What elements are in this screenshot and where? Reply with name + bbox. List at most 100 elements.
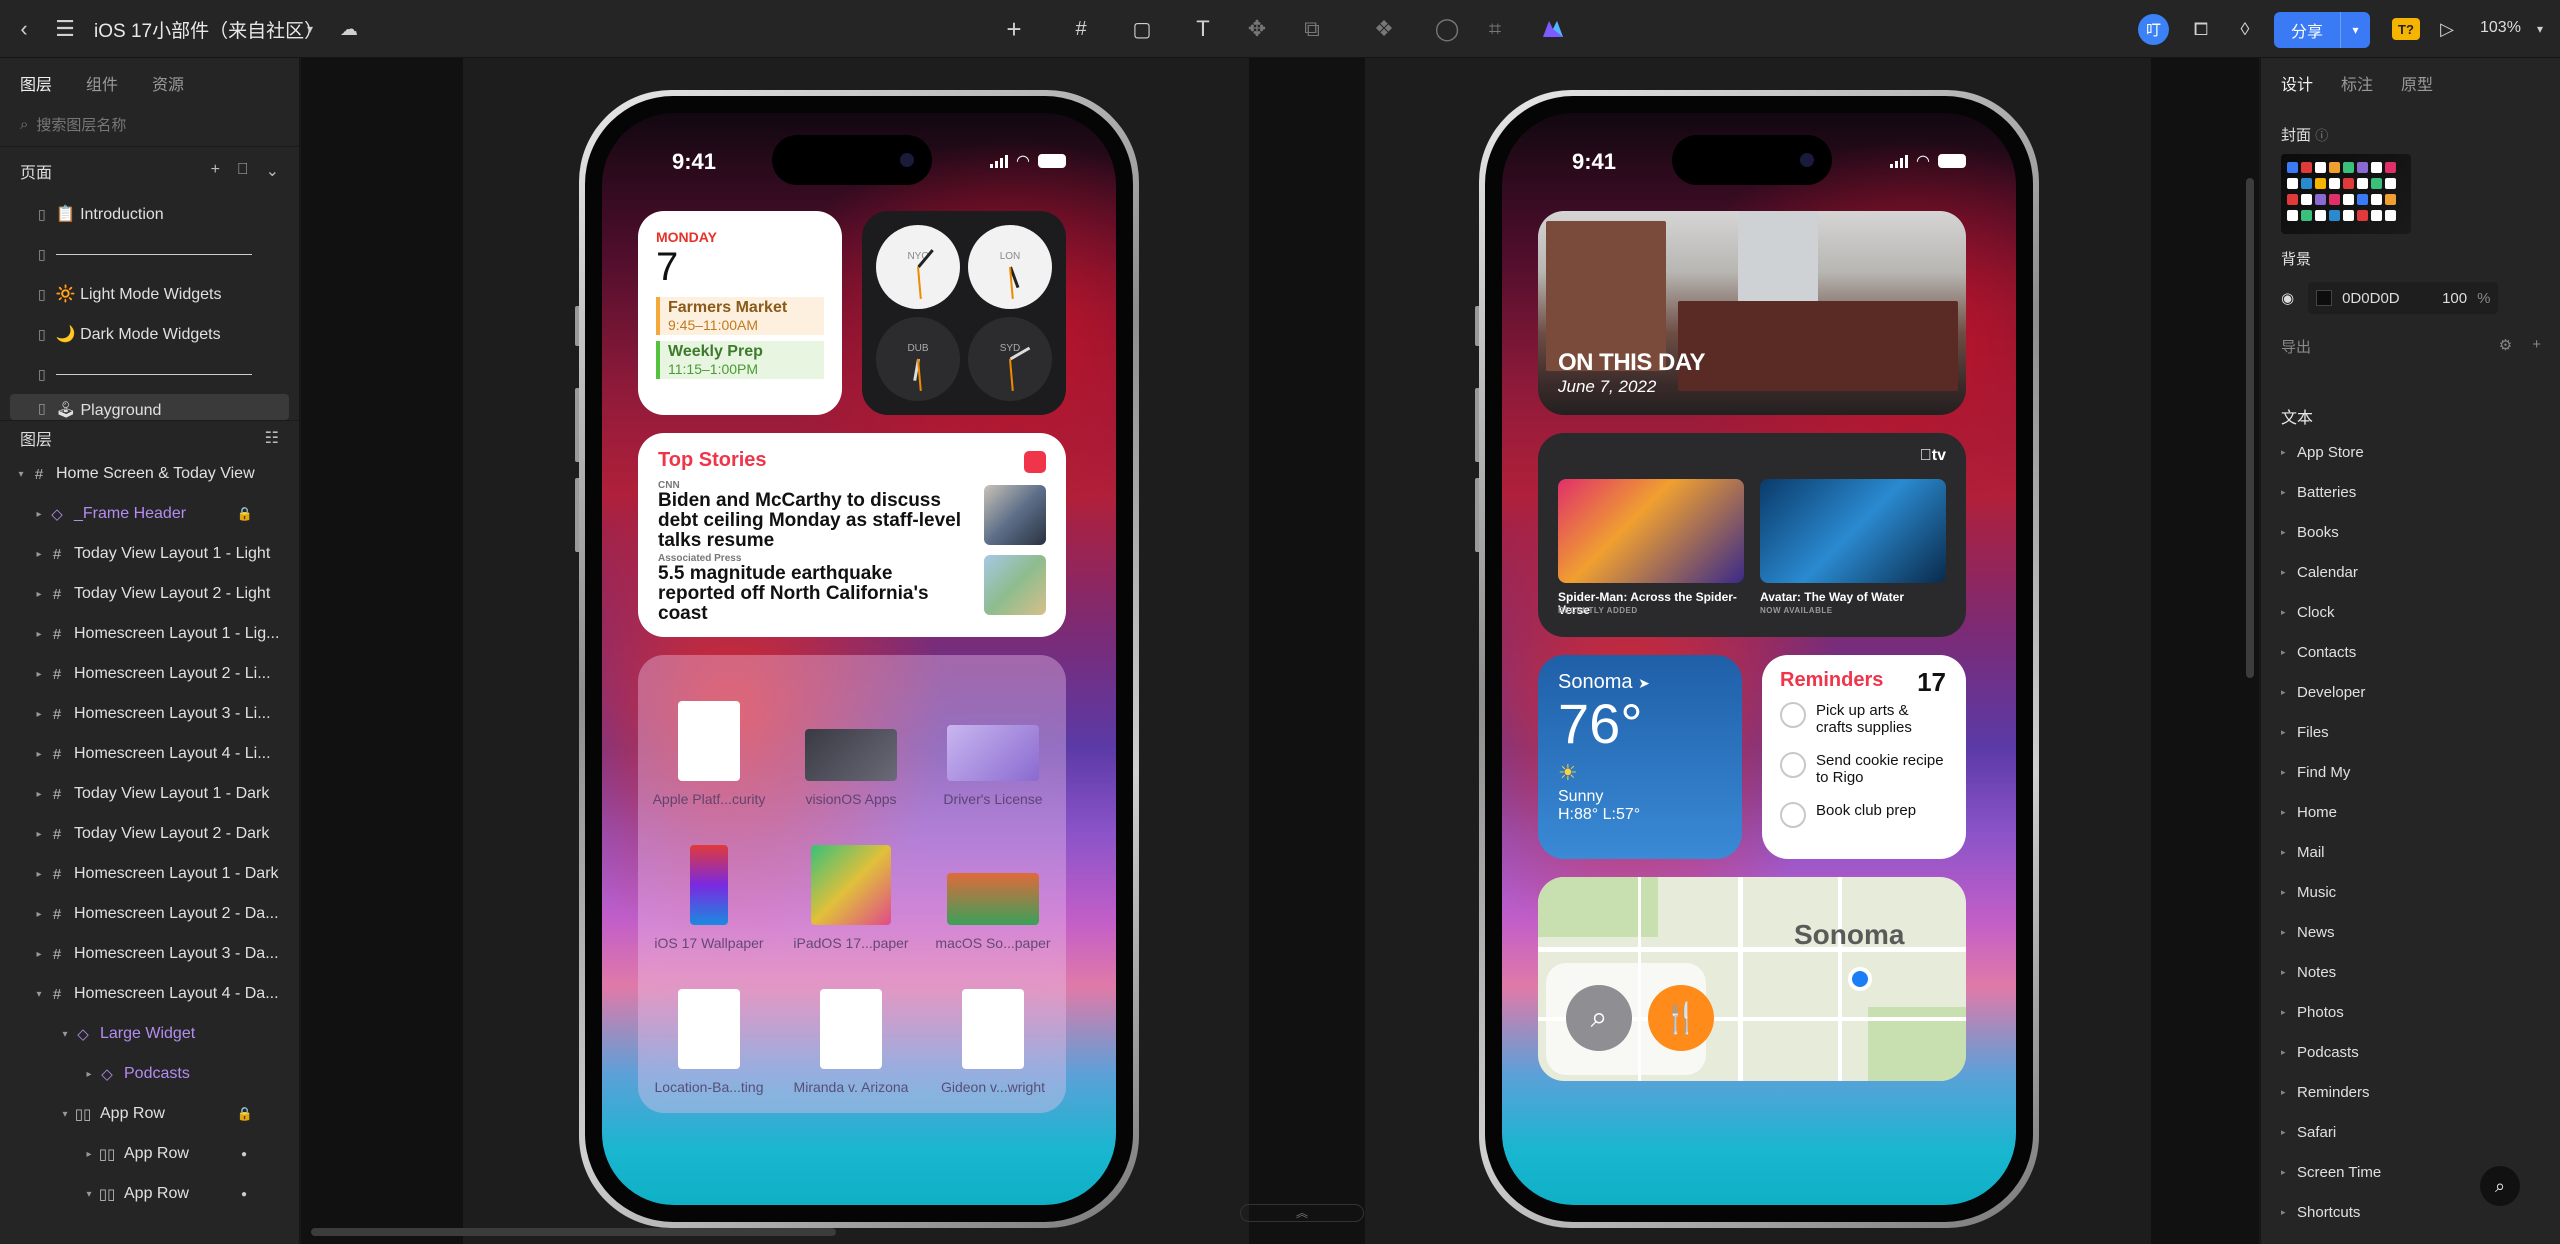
calendar-widget[interactable]: MONDAY 7 Farmers Market 9:45–11:00AM Wee… — [638, 211, 842, 415]
caret-right-icon[interactable]: ▸ — [32, 789, 46, 800]
text-style-item[interactable]: ▸ Books — [2281, 512, 2381, 552]
caret-right-icon[interactable]: ▸ — [2281, 1007, 2289, 1018]
fork-knife-icon[interactable]: 🍴 — [1648, 985, 1714, 1051]
caret-right-icon[interactable]: ▸ — [2281, 847, 2289, 858]
puzzle-icon[interactable]: ⧠ — [2186, 14, 2216, 44]
layer-item[interactable]: ▾ ▯▯ App Row ● — [0, 1174, 299, 1214]
tab-design[interactable]: 设计 — [2281, 71, 2313, 95]
caret-right-icon[interactable]: ▸ — [2281, 647, 2289, 658]
text-style-item[interactable]: ▸ Podcasts — [2281, 1032, 2381, 1072]
caret-right-icon[interactable]: ▸ — [32, 829, 46, 840]
caret-down-icon[interactable]: ▾ — [58, 1109, 72, 1120]
mask-icon[interactable]: ◯ — [1432, 14, 1462, 44]
caret-right-icon[interactable]: ▸ — [2281, 487, 2289, 498]
caret-down-icon[interactable]: ▾ — [82, 1189, 96, 1200]
caret-right-icon[interactable]: ▸ — [2281, 567, 2289, 578]
file-item[interactable]: iOS 17 Wallpaper — [638, 845, 780, 951]
checkbox-circle-icon[interactable] — [1780, 702, 1806, 728]
caret-right-icon[interactable]: ▸ — [32, 909, 46, 920]
layer-item[interactable]: ▸ # Homescreen Layout 4 - Li... — [0, 734, 299, 774]
caret-right-icon[interactable]: ▸ — [32, 709, 46, 720]
caret-right-icon[interactable]: ▸ — [82, 1069, 96, 1080]
text-style-item[interactable]: ▸ Screen Time — [2281, 1152, 2381, 1192]
vertical-scrollbar[interactable] — [2246, 178, 2254, 678]
page-item-playground[interactable]: ▯ 🕹 Playground — [10, 394, 289, 420]
text-style-item[interactable]: ▸ App Store — [2281, 432, 2381, 472]
layer-item[interactable]: ▸ # Today View Layout 2 - Light — [0, 574, 299, 614]
caret-right-icon[interactable]: ▸ — [2281, 607, 2289, 618]
cloud-icon[interactable]: ☁ — [336, 16, 362, 42]
tutorial-badge[interactable]: T? — [2392, 18, 2420, 40]
text-tool-icon[interactable]: T — [1188, 14, 1218, 44]
reminder-item[interactable]: Pick up arts & crafts supplies — [1780, 702, 1948, 742]
caret-right-icon[interactable]: ▸ — [82, 1149, 96, 1160]
tab-components[interactable]: 组件 — [86, 71, 118, 95]
weather-widget[interactable]: Sonoma ➤ 76° ☀ Sunny H:88° L:57° — [1538, 655, 1742, 859]
page-item-divider[interactable]: ▯ — [0, 234, 299, 274]
caret-right-icon[interactable]: ▸ — [2281, 1167, 2289, 1178]
plugin-logo-icon[interactable] — [1538, 14, 1568, 44]
layer-item[interactable]: ▾ # Homescreen Layout 4 - Da... — [0, 974, 299, 1014]
eye-icon[interactable]: ◉ — [2281, 289, 2294, 307]
move-icon[interactable]: ✥ — [1242, 14, 1272, 44]
page-item-introduction[interactable]: ▯ 📋 Introduction — [0, 194, 299, 234]
add-page-icon[interactable]: + — [211, 161, 220, 181]
caret-right-icon[interactable]: ▸ — [2281, 1087, 2289, 1098]
background-color-input[interactable]: 0D0D0D 100 % — [2308, 282, 2499, 314]
caret-right-icon[interactable]: ▸ — [32, 549, 46, 560]
text-style-item[interactable]: ▸ Clock — [2281, 592, 2381, 632]
reminder-item[interactable]: Book club prep — [1780, 802, 1948, 828]
caret-right-icon[interactable]: ▸ — [32, 509, 46, 520]
files-widget[interactable]: Apple Platf...curity visionOS Apps Drive… — [638, 655, 1066, 1113]
file-item[interactable]: Apple Platf...curity — [638, 701, 780, 807]
layer-item[interactable]: ▸ # Homescreen Layout 1 - Lig... — [0, 614, 299, 654]
checkbox-circle-icon[interactable] — [1780, 802, 1806, 828]
layer-item[interactable]: ▾ # Home Screen & Today View — [0, 454, 299, 494]
collapse-pages-icon[interactable]: ⌄ — [266, 161, 279, 181]
page-item-light-mode[interactable]: ▯ 🔆 Light Mode Widgets — [0, 274, 299, 314]
text-style-item[interactable]: ▸ Photos — [2281, 992, 2381, 1032]
checkbox-circle-icon[interactable] — [1780, 752, 1806, 778]
caret-right-icon[interactable]: ▸ — [32, 749, 46, 760]
news-headline[interactable]: 5.5 magnitude earthquake reported off No… — [658, 564, 973, 624]
layer-item[interactable]: ▸ # Today View Layout 1 - Light — [0, 534, 299, 574]
layer-item[interactable]: ▸ # Today View Layout 1 - Dark — [0, 774, 299, 814]
caret-down-icon[interactable]: ▾ — [58, 1029, 72, 1040]
news-widget[interactable]: Top Stories CNN Biden and McCarthy to di… — [638, 433, 1066, 637]
play-icon[interactable]: ▷ — [2432, 14, 2462, 44]
tab-layers[interactable]: 图层 — [20, 71, 52, 95]
caret-right-icon[interactable]: ▸ — [2281, 687, 2289, 698]
boolean-icon[interactable]: ⧉ — [1290, 14, 1334, 44]
back-icon[interactable]: ‹ — [14, 14, 34, 44]
folder-icon[interactable]: ⎕ — [238, 161, 248, 181]
layer-item[interactable]: ▸ # Homescreen Layout 2 - Li... — [0, 654, 299, 694]
reminder-item[interactable]: Send cookie recipe to Rigo — [1780, 752, 1948, 792]
text-style-item[interactable]: ▸ Mail — [2281, 832, 2381, 872]
tab-prototype[interactable]: 原型 — [2401, 71, 2433, 95]
file-item[interactable]: iPadOS 17...paper — [780, 845, 922, 951]
caret-right-icon[interactable]: ▸ — [2281, 887, 2289, 898]
text-style-item[interactable]: ▸ Notes — [2281, 952, 2381, 992]
caret-right-icon[interactable]: ▸ — [2281, 967, 2289, 978]
crop-icon[interactable]: ⌗ — [1480, 14, 1510, 44]
caret-right-icon[interactable]: ▸ — [2281, 1047, 2289, 1058]
component-icon[interactable]: ❖ — [1362, 14, 1406, 44]
layer-item[interactable]: ▾ ▯▯ App Row 🔒 — [0, 1094, 299, 1134]
collapse-chevron-icon[interactable]: ︽ — [1240, 1204, 1364, 1222]
file-item[interactable]: Gideon v...wright — [922, 989, 1064, 1095]
background-opacity[interactable]: 100 — [2442, 290, 2467, 307]
collapse-layers-icon[interactable]: ☷ — [265, 428, 279, 448]
apple-tv-widget[interactable]: tv Spider-Man: Across the Spider-Verse … — [1538, 433, 1966, 637]
caret-right-icon[interactable]: ▸ — [2281, 447, 2289, 458]
layer-item[interactable]: ▸ # Homescreen Layout 3 - Da... — [0, 934, 299, 974]
zoom-chevron-icon[interactable]: ▾ — [2532, 16, 2548, 42]
text-style-item[interactable]: ▸ News — [2281, 912, 2381, 952]
text-style-item[interactable]: ▸ Contacts — [2281, 632, 2381, 672]
tab-assets[interactable]: 资源 — [152, 71, 184, 95]
color-swatch[interactable] — [2316, 290, 2333, 306]
frame-icon[interactable]: # — [1066, 14, 1096, 44]
movie-poster[interactable] — [1558, 479, 1744, 583]
menu-icon[interactable]: ☰ — [52, 14, 78, 44]
news-headline[interactable]: Biden and McCarthy to discuss debt ceili… — [658, 491, 973, 551]
rectangle-icon[interactable]: ▢ — [1120, 14, 1164, 44]
